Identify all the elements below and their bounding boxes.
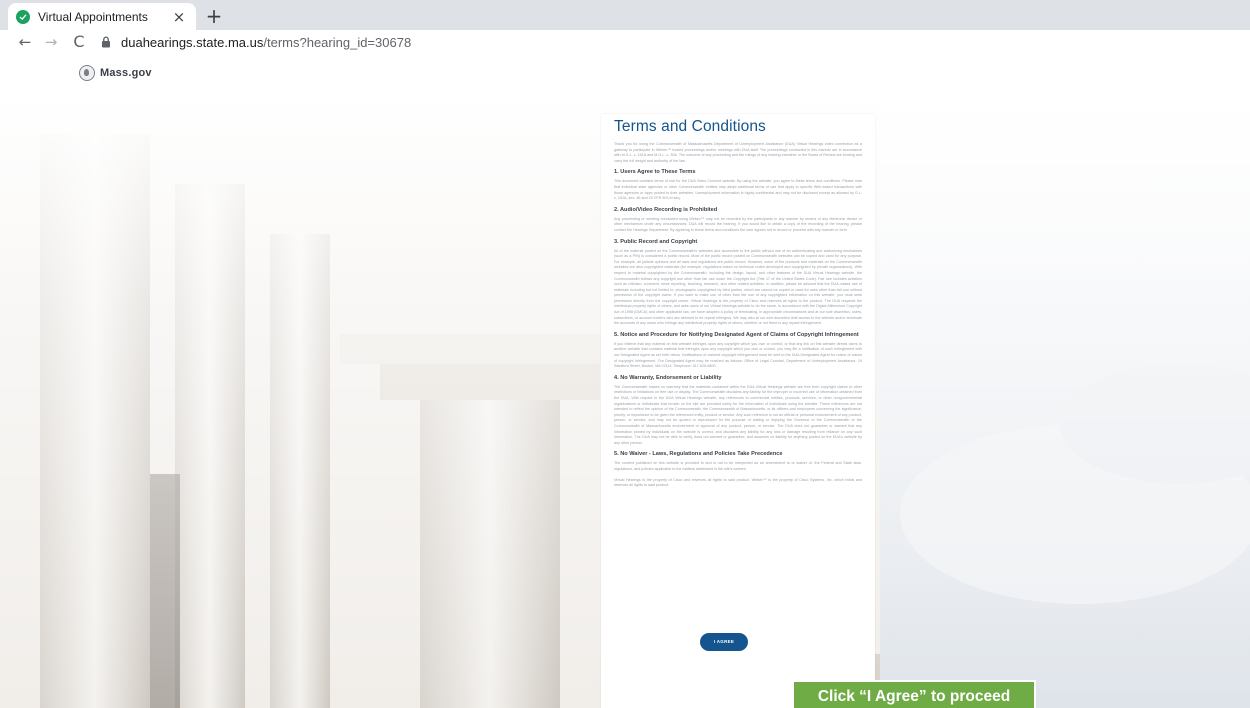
back-arrow-icon[interactable]: ←	[15, 32, 35, 52]
section-body-no-waiver: The content published on this website is…	[614, 461, 862, 471]
url-host: duahearings.state.ma.us	[121, 34, 264, 50]
massachusetts-seal-icon[interactable]	[79, 65, 95, 81]
section-heading-no-warranty: 4. No Warranty, Endorsement or Liability	[614, 374, 722, 381]
section-heading-public-record: 3. Public Record and Copyright	[614, 238, 698, 245]
section-body-no-warranty: The Commonwealth makes no warranty that …	[614, 384, 862, 445]
section-body-public-record: All of the material posted on the Common…	[614, 248, 862, 326]
site-favicon-icon	[16, 9, 30, 24]
lock-icon[interactable]	[99, 35, 113, 49]
section-body-recording: Any proceeding or meeting conducted usin…	[614, 216, 862, 232]
section-body-copyright-notice: If you believe that any material on this…	[614, 341, 862, 369]
reload-icon[interactable]: C	[69, 32, 89, 52]
instruction-callout: Click “I Agree” to proceed	[792, 680, 1036, 708]
tab-title: Virtual Appointments	[38, 9, 148, 24]
browser-toolbar: ← → C duahearings.state.ma.us/terms?hear…	[0, 30, 1250, 54]
section-heading-users-agree: 1. Users Agree to These Terms	[614, 169, 696, 176]
terms-footer: Virtual Hearings is the property of Cisc…	[614, 477, 862, 488]
terms-intro: Thank you for using the Commonwealth of …	[614, 142, 862, 163]
url-path: /terms?hearing_id=30678	[263, 34, 412, 50]
page-viewport: Mass.gov Terms and Conditions Thank you …	[0, 54, 1250, 708]
new-tab-button[interactable]: +	[202, 4, 226, 28]
i-agree-button[interactable]: I AGREE	[700, 633, 748, 651]
section-heading-no-waiver: 5. No Waiver - Laws, Regulations and Pol…	[614, 451, 783, 458]
terms-card: Terms and Conditions Thank you for using…	[601, 114, 875, 708]
url-text[interactable]: duahearings.state.ma.us/terms?hearing_id…	[121, 35, 411, 50]
terms-title: Terms and Conditions	[614, 118, 766, 135]
forward-arrow-icon[interactable]: →	[41, 32, 61, 52]
section-heading-copyright-notice: 5. Notice and Procedure for Notifying De…	[614, 331, 859, 338]
close-tab-icon[interactable]: ×	[170, 8, 188, 26]
site-masthead: Mass.gov	[0, 54, 1250, 94]
brand-link[interactable]: Mass.gov	[100, 67, 152, 79]
section-body-users-agree: This document contains terms of use for …	[614, 179, 862, 201]
section-heading-recording: 2. Audio/Video Recording is Prohibited	[614, 206, 718, 213]
browser-tabstrip: Virtual Appointments × +	[0, 0, 1250, 30]
browser-tab-virtual-appointments[interactable]: Virtual Appointments ×	[8, 3, 196, 30]
address-bar[interactable]: duahearings.state.ma.us/terms?hearing_id…	[99, 31, 1249, 53]
